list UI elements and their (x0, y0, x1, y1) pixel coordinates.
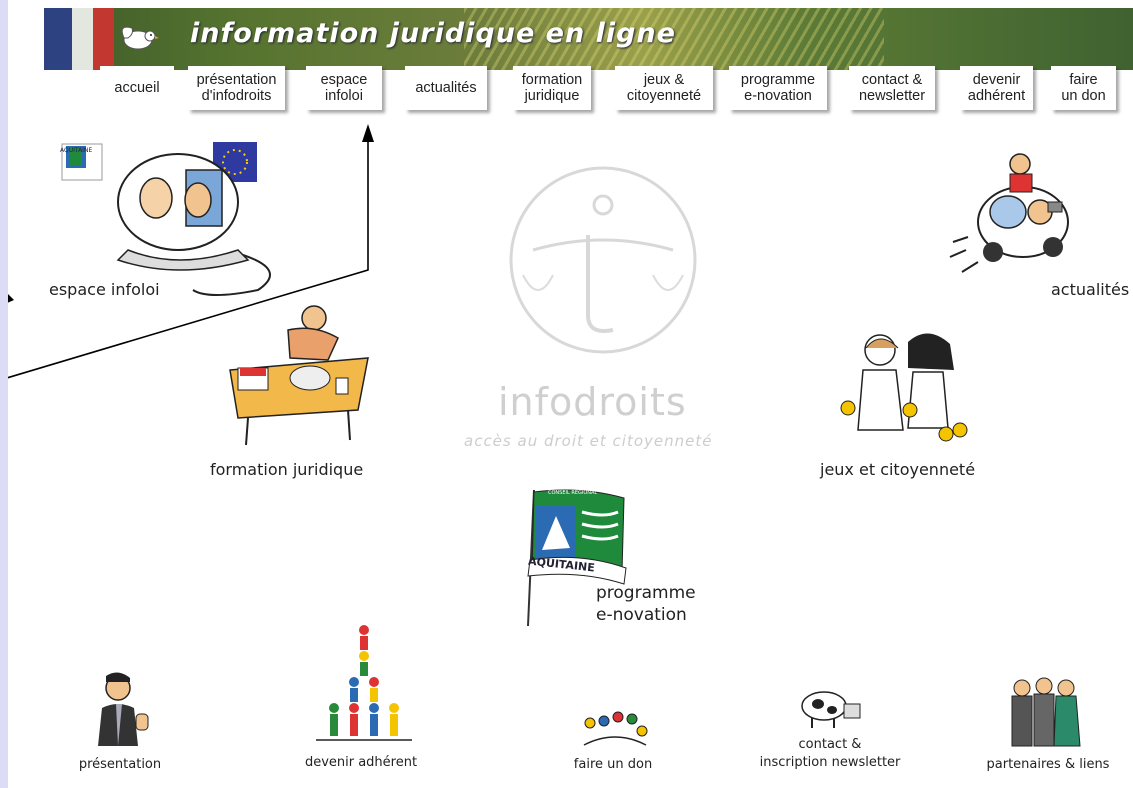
site-title: information juridique en ligne (190, 18, 676, 49)
logo-wordmark: infodroits (498, 380, 687, 424)
french-flag-image (44, 8, 114, 70)
programme-label-line2[interactable]: e-novation (596, 605, 687, 625)
contact-label-line1[interactable]: contact & (750, 737, 910, 752)
header-banner[interactable]: information juridique en ligne (44, 8, 1133, 70)
logo-tagline: accès au droit et citoyenneté (464, 432, 713, 450)
don-label[interactable]: faire un don (558, 757, 668, 772)
presentation-person-icon[interactable] (88, 668, 158, 750)
main-nav: accueil présentation d'infodroits espace… (8, 62, 1133, 122)
nav-programme[interactable]: programme e-novation (729, 66, 827, 110)
computer-user-icon (61, 142, 271, 296)
car-reporters-icon (949, 153, 1069, 273)
jeux-illustration[interactable] (828, 330, 988, 450)
page: information juridique en ligne accueil p… (8, 0, 1133, 788)
actualites-label[interactable]: actualités (1051, 280, 1129, 299)
nav-jeux[interactable]: jeux & citoyenneté (615, 66, 713, 110)
contact-label-line2[interactable]: inscription newsletter (750, 755, 910, 770)
donation-people-icon[interactable] (580, 705, 650, 749)
region-ribbon-label: CONSEIL RÉGIONAL (548, 490, 598, 496)
nav-presentation[interactable]: présentation d'infodroits (188, 66, 285, 110)
children-ducks-icon (840, 333, 968, 442)
espace-infoloi-illustration[interactable] (58, 140, 318, 300)
dove-icon (121, 26, 159, 50)
partners-group-icon[interactable] (1004, 674, 1094, 748)
nav-espace-infoloi[interactable]: espace infoloi (306, 66, 382, 110)
formation-label[interactable]: formation juridique (210, 460, 363, 479)
nav-adherent[interactable]: devenir adhérent (960, 66, 1033, 110)
adherent-label[interactable]: devenir adhérent (296, 755, 426, 770)
espace-infoloi-label[interactable]: espace infoloi (49, 280, 160, 299)
jeux-label[interactable]: jeux et citoyenneté (820, 460, 975, 479)
partenaires-label[interactable]: partenaires & liens (978, 757, 1118, 772)
nav-contact[interactable]: contact & newsletter (849, 66, 935, 110)
actualites-illustration[interactable] (948, 142, 1098, 292)
formation-illustration[interactable] (218, 300, 378, 450)
programme-label-line1[interactable]: programme (596, 583, 696, 603)
nav-formation[interactable]: formation juridique (513, 66, 591, 110)
nav-actualites[interactable]: actualités (405, 66, 487, 110)
aquitaine-small-label: AQUITAINE (60, 147, 93, 154)
presentation-label[interactable]: présentation (70, 757, 170, 772)
nav-accueil[interactable]: accueil (100, 66, 174, 110)
cow-computer-icon[interactable] (796, 682, 862, 730)
table-teacher-icon (229, 305, 369, 446)
human-pyramid-icon[interactable] (306, 622, 416, 750)
nav-don[interactable]: faire un don (1051, 66, 1116, 110)
